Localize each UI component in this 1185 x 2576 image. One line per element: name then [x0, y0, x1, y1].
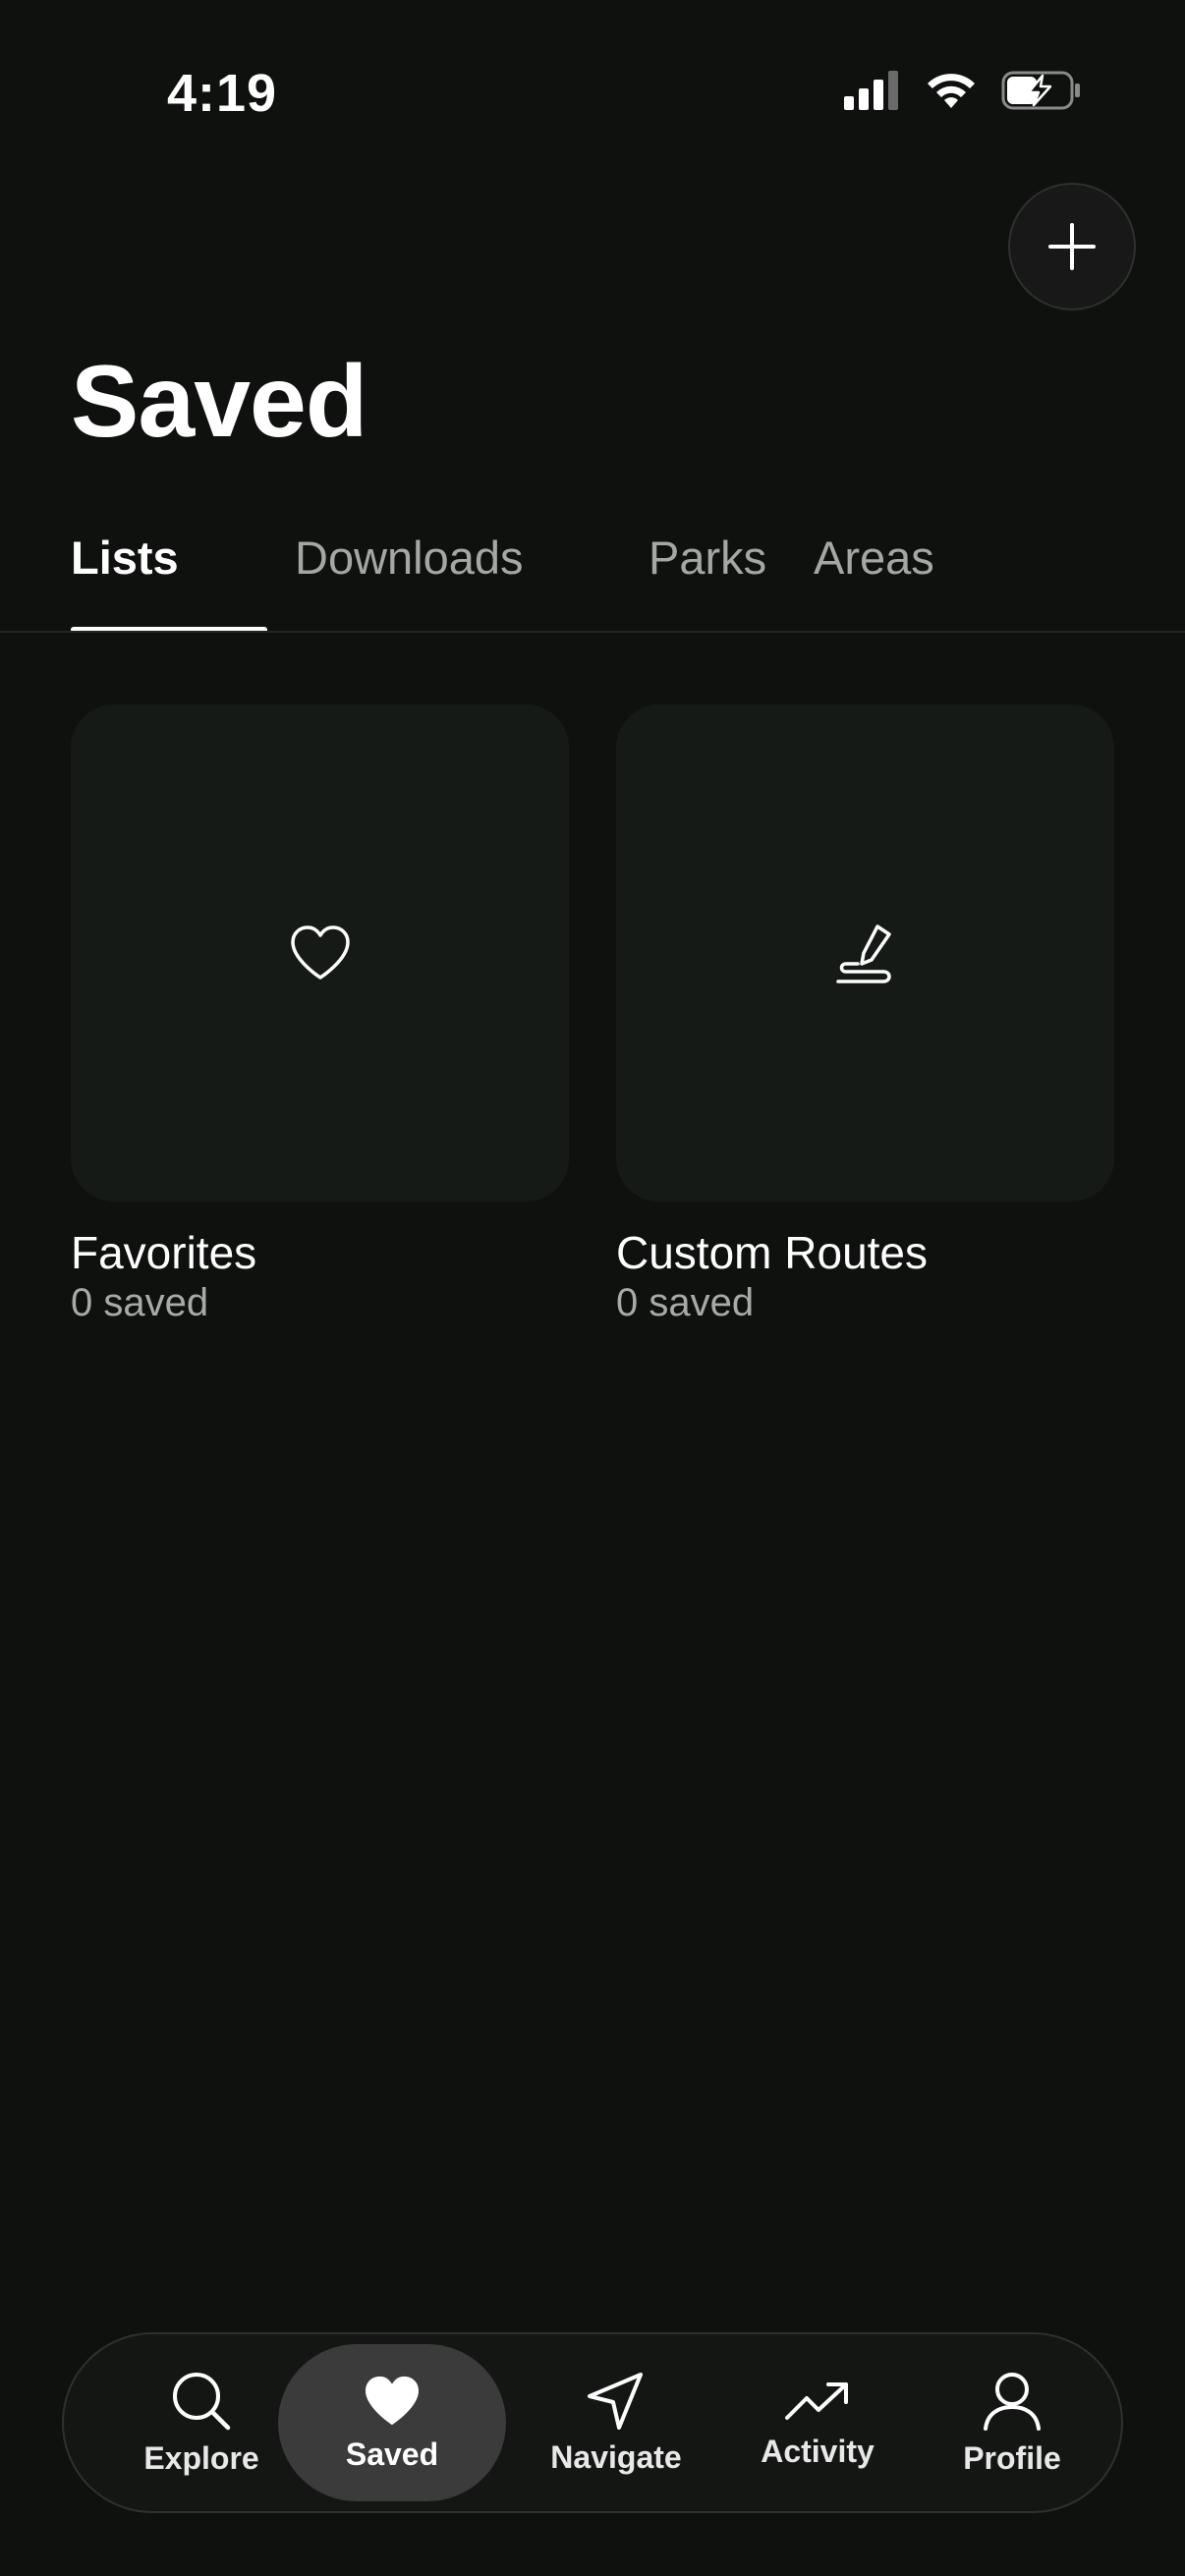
wifi-icon — [928, 74, 975, 108]
list-card-title: Custom Routes — [616, 1227, 929, 1278]
cellular-signal-icon — [844, 71, 898, 110]
list-card-favorites[interactable]: Favorites 0 saved — [71, 704, 569, 1326]
nav-label: Profile — [963, 2439, 1061, 2476]
trending-up-icon — [785, 2381, 848, 2420]
navigate-arrow-icon — [588, 2372, 643, 2430]
status-time: 4:19 — [167, 64, 278, 123]
nav-navigate[interactable]: Navigate — [518, 2334, 714, 2511]
heart-outline-icon — [290, 925, 350, 980]
nav-profile[interactable]: Profile — [924, 2334, 1100, 2511]
status-icons — [844, 71, 1082, 110]
list-card-count: 0 saved — [616, 1280, 755, 1324]
battery-charging-icon — [1001, 71, 1080, 110]
tab-downloads[interactable]: Downloads — [295, 531, 631, 629]
nav-saved[interactable]: Saved — [278, 2344, 506, 2501]
nav-label: Explore — [143, 2439, 259, 2476]
tabs-divider — [0, 631, 1185, 633]
list-card-custom-routes[interactable]: Custom Routes 0 saved — [616, 704, 1114, 1326]
tab-lists[interactable]: Lists — [71, 531, 267, 633]
plus-icon — [1048, 223, 1096, 270]
page-title: Saved — [71, 345, 367, 459]
nav-explore[interactable]: Explore — [113, 2334, 290, 2511]
heart-icon — [365, 2376, 420, 2425]
tab-bar: Lists Downloads Parks Areas — [71, 531, 934, 633]
draw-route-icon — [835, 924, 891, 983]
nav-label: Saved — [345, 2436, 439, 2472]
list-card-thumbnail — [616, 704, 1114, 1202]
nav-label: Navigate — [550, 2438, 682, 2475]
nav-label: Activity — [761, 2433, 875, 2469]
search-icon — [173, 2372, 231, 2430]
list-card-title: Favorites — [71, 1227, 257, 1278]
bottom-nav: Explore Saved Navigate Activity Profile — [62, 2332, 1123, 2513]
person-icon — [984, 2372, 1041, 2431]
add-list-button[interactable] — [1008, 183, 1136, 310]
list-card-count: 0 saved — [71, 1280, 209, 1324]
status-bar: 4:19 — [0, 0, 1185, 187]
nav-activity[interactable]: Activity — [724, 2334, 911, 2511]
list-card-thumbnail — [71, 704, 569, 1202]
tab-areas[interactable]: Areas — [745, 531, 934, 629]
